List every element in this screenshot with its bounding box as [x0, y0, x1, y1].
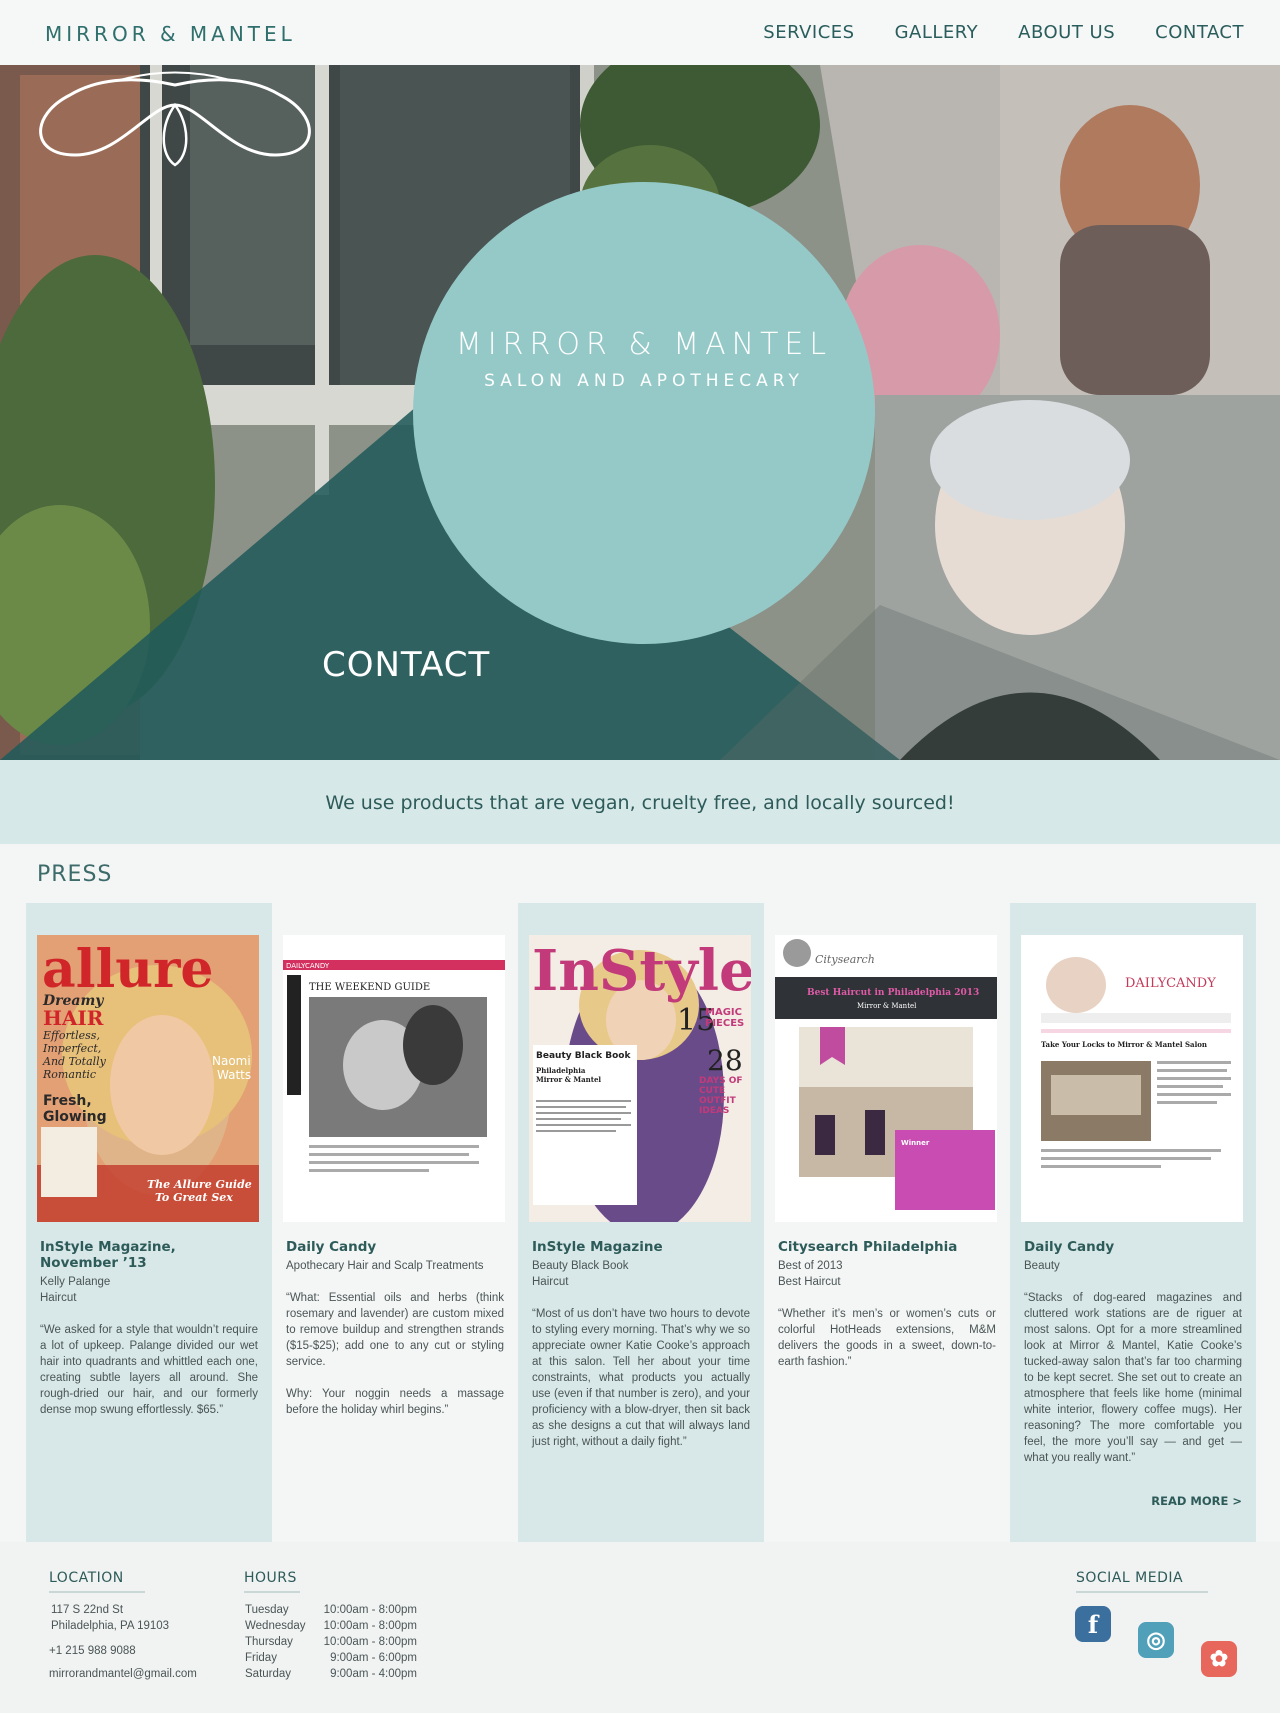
svg-text:THE WEEKEND GUIDE: THE WEEKEND GUIDE [309, 982, 430, 993]
facebook-icon[interactable]: f [1075, 1606, 1111, 1642]
nav-services[interactable]: SERVICES [763, 22, 854, 43]
svg-text:Best Haircut in Philadelphia 2: Best Haircut in Philadelphia 2013 [807, 988, 979, 998]
hero-logo-circle [413, 182, 875, 644]
address-line-2: Philadelphia, PA 19103 [51, 1620, 170, 1632]
thumb-masthead: DAILYCANDY [286, 962, 330, 970]
svg-text:Romantic: Romantic [42, 1068, 96, 1081]
svg-text:Imperfect,: Imperfect, [42, 1042, 101, 1055]
dailycandy-beauty-clipping[interactable]: DAILYCANDY Take Your Locks to Mirror & M… [1021, 935, 1243, 1222]
press-item-category: Haircut [532, 1276, 569, 1288]
svg-text:PIECES: PIECES [705, 1018, 744, 1029]
nav-about-us[interactable]: ABOUT US [1018, 22, 1115, 43]
press-item-quote: “What: Essential oils and herbs (think r… [286, 1292, 504, 1416]
read-more-link[interactable]: READ MORE > [1151, 1494, 1242, 1508]
svg-text:The Allure Guide: The Allure Guide [147, 1178, 252, 1191]
citysearch-award-clipping[interactable]: Citysearch Best Haircut in Philadelphia … [775, 935, 997, 1222]
site-footer: LOCATION 117 S 22nd St Philadelphia, PA … [0, 1542, 1280, 1713]
svg-text:To Great Sex: To Great Sex [155, 1191, 233, 1204]
banner-text: We use products that are vegan, cruelty … [325, 792, 955, 814]
svg-text:DAYS OF: DAYS OF [699, 1076, 743, 1086]
thumb-masthead: DAILYCANDY [1125, 976, 1216, 991]
press-item-subtitle: Beauty [1024, 1260, 1060, 1272]
svg-text:Naomi: Naomi [212, 1054, 251, 1068]
hours-table: Tuesday 10:00am - 8:00pm Wednesday 10:00am… [245, 1602, 417, 1682]
svg-text:Glowing: Glowing [43, 1109, 107, 1125]
site-header: MIRROR & MANTEL SERVICES GALLERY ABOUT U… [0, 0, 1280, 65]
brand-logo[interactable]: MIRROR & MANTEL [45, 22, 296, 46]
address-line-1: 117 S 22nd St [51, 1604, 124, 1616]
press-item-title[interactable]: InStyle Magazine, November ’13 [40, 1239, 258, 1271]
svg-text:Mirror & Mantel: Mirror & Mantel [857, 1002, 917, 1010]
svg-text:Take Your Locks to Mirror & Ma: Take Your Locks to Mirror & Mantel Salon [1041, 1040, 1207, 1049]
yelp-icon[interactable]: ✿ [1201, 1641, 1237, 1677]
press-item-subtitle: Best of 2013 [778, 1260, 843, 1272]
svg-text:And Totally: And Totally [42, 1055, 107, 1068]
press-item-category: Haircut [40, 1292, 77, 1304]
svg-text:Effortless,: Effortless, [42, 1029, 100, 1042]
press-item: DAILYCANDY THE WEEKEND GUIDE Daily Candy… [272, 903, 518, 1542]
press-item: DAILYCANDY Take Your Locks to Mirror & M… [1010, 903, 1256, 1542]
thumb-masthead: allure [42, 939, 214, 1000]
phone-number[interactable]: +1 215 988 9088 [49, 1643, 136, 1659]
thumb-masthead: Citysearch [815, 953, 875, 966]
press-heading: PRESS [37, 862, 113, 887]
press-item-title[interactable]: InStyle Magazine [532, 1239, 750, 1255]
instagram-icon[interactable]: ◎ [1138, 1622, 1174, 1658]
press-item-title[interactable]: Daily Candy [1024, 1239, 1242, 1255]
press-item-subtitle: Kelly Palange [40, 1276, 111, 1288]
press-item-subtitle: Beauty Black Book [532, 1260, 629, 1272]
flourish-ornament-icon [39, 71, 311, 167]
location-heading: LOCATION [49, 1570, 145, 1593]
svg-text:Fresh,: Fresh, [43, 1093, 92, 1109]
svg-text:CUTE: CUTE [699, 1086, 725, 1096]
hero-title: MIRROR & MANTEL [455, 327, 833, 362]
svg-text:IDEAS: IDEAS [699, 1106, 729, 1116]
hours-row: Saturday 9:00am - 4:00pm [245, 1668, 417, 1680]
press-item-quote: “Whether it’s men’s or women’s cuts or c… [778, 1308, 996, 1368]
thumb-masthead: InStyle [532, 938, 751, 1004]
press-item-title[interactable]: Daily Candy [286, 1239, 504, 1255]
hours-row: Friday 9:00am - 6:00pm [245, 1652, 417, 1664]
hours-heading: HOURS [244, 1570, 300, 1593]
press-item-quote: “Most of us don’t have two hours to devo… [532, 1308, 750, 1448]
svg-text:Winner: Winner [901, 1139, 930, 1147]
social-heading: SOCIAL MEDIA [1076, 1570, 1208, 1593]
svg-text:Watts: Watts [217, 1068, 251, 1082]
press-item-quote: “Stacks of dog-eared magazines and clutt… [1024, 1292, 1242, 1464]
hours-row: Wednesday 10:00am - 8:00pm [245, 1620, 417, 1632]
hero-subtitle: SALON AND APOTHECARY [484, 371, 804, 391]
press-grid: allure Dreamy HAIR Effortless, Imperfect… [26, 903, 1256, 1542]
dailycandy-weekend-guide-clipping[interactable]: DAILYCANDY THE WEEKEND GUIDE [283, 935, 505, 1222]
svg-text:Mirror & Mantel: Mirror & Mantel [536, 1075, 601, 1084]
svg-text:Philadelphia: Philadelphia [536, 1066, 586, 1075]
press-item: allure Dreamy HAIR Effortless, Imperfect… [26, 903, 272, 1542]
main-nav: SERVICES GALLERY ABOUT US CONTACT [723, 22, 1244, 43]
press-item: InStyle 15 MAGIC PIECES 28 DAYS OF CUTE … [518, 903, 764, 1542]
press-item: Citysearch Best Haircut in Philadelphia … [764, 903, 1010, 1542]
nav-contact[interactable]: CONTACT [1155, 22, 1244, 43]
vegan-banner: We use products that are vegan, cruelty … [0, 760, 1280, 844]
hero-banner: MIRROR & MANTEL SALON AND APOTHECARY CON… [0, 65, 1280, 760]
svg-text:OUTFIT: OUTFIT [699, 1096, 737, 1106]
hero-page-label: CONTACT [322, 645, 491, 685]
hours-row: Thursday 10:00am - 8:00pm [245, 1636, 417, 1648]
press-item-subtitle: Apothecary Hair and Scalp Treatments [286, 1260, 484, 1272]
press-item-quote: “We asked for a style that wouldn’t requ… [40, 1324, 258, 1416]
instyle-magazine-cover[interactable]: InStyle 15 MAGIC PIECES 28 DAYS OF CUTE … [529, 935, 751, 1222]
location-address: 117 S 22nd St Philadelphia, PA 19103 [51, 1602, 169, 1634]
nav-gallery[interactable]: GALLERY [895, 22, 979, 43]
allure-magazine-cover[interactable]: allure Dreamy HAIR Effortless, Imperfect… [37, 935, 259, 1222]
press-item-title[interactable]: Citysearch Philadelphia [778, 1239, 996, 1255]
svg-text:MAGIC: MAGIC [705, 1007, 742, 1018]
email-link[interactable]: mirrorandmantel@gmail.com [49, 1666, 197, 1682]
press-item-category: Best Haircut [778, 1276, 841, 1288]
svg-text:Beauty Black Book: Beauty Black Book [536, 1051, 631, 1061]
svg-text:28: 28 [707, 1044, 743, 1077]
hours-row: Tuesday 10:00am - 8:00pm [245, 1604, 417, 1616]
svg-text:HAIR: HAIR [43, 1006, 104, 1030]
